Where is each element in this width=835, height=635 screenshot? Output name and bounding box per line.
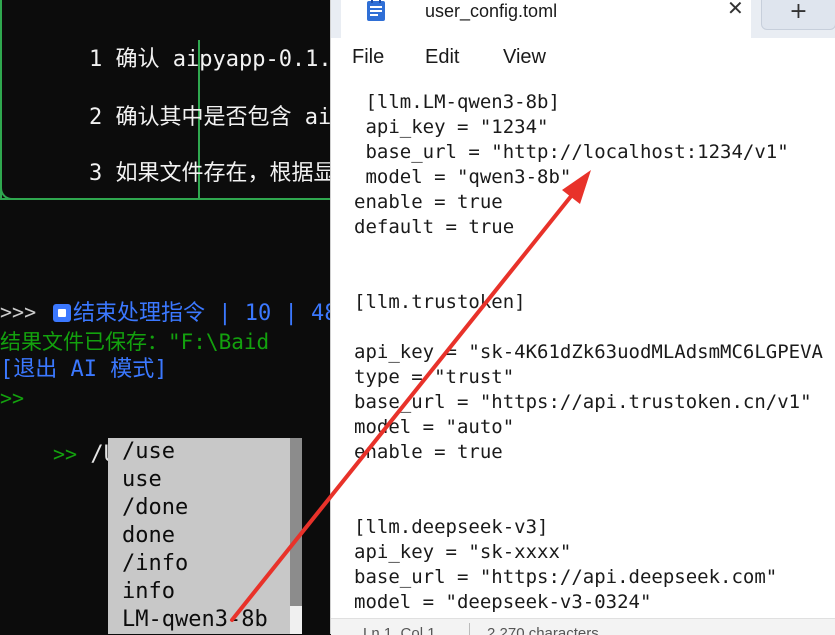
code-line: api_key = "1234" [354,116,549,138]
autocomplete-item[interactable]: /info [108,550,290,578]
code-line: default = true [354,216,515,238]
saved-file-line: 结果文件已保存："F:\Baid [0,330,270,354]
prompt-line: >> [0,386,25,410]
tab-title: user_config.toml [425,1,558,21]
file-tab[interactable]: user_config.toml ✕ [341,0,751,38]
autocomplete-item[interactable]: LM-qwen3-8b [108,606,290,634]
prompt-line-empty: >>> [0,300,37,324]
title-bar: user_config.toml ✕ + [331,0,835,38]
code-line: base_url = "http://localhost:1234/v1" [354,141,789,163]
step-3: 3 如果文件存在，根据显 [36,132,330,216]
menu-bar: File Edit View [331,38,835,83]
autocomplete-scrollbar[interactable] [290,438,302,634]
step-text: 确认 aipyapp-0.1.27 [115,47,330,72]
code-line: api_key = "sk-4K61dZk63uodMLAdsmMC6LGPEV… [354,341,823,363]
close-tab-icon[interactable]: ✕ [727,0,744,20]
box-left-border [0,0,2,200]
menu-edit[interactable]: Edit [425,46,459,69]
menu-file[interactable]: File [352,46,384,69]
done-status-text: 结束处理指令 | 10 | 48 [72,301,330,326]
code-line: [llm.LM-qwen3-8b] [354,91,560,113]
autocomplete-menu[interactable]: /use use /done done /info info LM-qwen3-… [108,438,290,634]
status-bar: Ln 1, Col 1 2,270 characters [331,618,835,635]
code-line: [llm.deepseek-v3] [354,516,549,538]
terminal-window[interactable]: 1 确认 aipyapp-0.1.27 2 确认其中是否包含 ai 3 如果文件… [0,0,330,634]
step-number: 3 [88,161,103,186]
step-number: 2 [88,105,103,130]
menu-view[interactable]: View [503,46,546,69]
prompt-marker: >> [52,442,78,466]
autocomplete-item[interactable]: info [108,578,290,606]
code-line: enable = true [354,441,503,463]
autocomplete-item[interactable]: /use [108,438,290,466]
code-line: base_url = "https://api.trustoken.cn/v1" [354,391,812,413]
code-line: type = "trust" [354,366,515,388]
code-line: model = "auto" [354,416,515,438]
code-line: base_url = "https://api.deepseek.com" [354,566,778,588]
text-editor[interactable]: [llm.LM-qwen3-8b] api_key = "1234" base_… [331,82,835,618]
code-line: model = "deepseek-v3-0324" [354,591,652,613]
notepad-window[interactable]: user_config.toml ✕ + File Edit View [llm… [330,0,835,635]
code-line: [llm.trustoken] [354,291,526,313]
step-text: 确认其中是否包含 ai [115,105,330,130]
step-text: 如果文件存在，根据显 [115,161,330,186]
step-number: 1 [88,47,103,72]
code-line: api_key = "sk-xxxx" [354,541,572,563]
new-tab-button[interactable]: + [761,0,835,30]
code-line: model = "qwen3-8b" [354,166,572,188]
autocomplete-item[interactable]: use [108,466,290,494]
scrollbar-thumb[interactable] [290,606,302,634]
autocomplete-item[interactable]: /done [108,494,290,522]
stop-square-icon [52,304,71,322]
notepad-file-icon [365,0,387,22]
exit-ai-mode-line: [退出 AI 模式] [0,357,168,382]
autocomplete-item[interactable]: done [108,522,290,550]
code-line: enable = true [354,191,503,213]
status-divider [469,623,470,635]
